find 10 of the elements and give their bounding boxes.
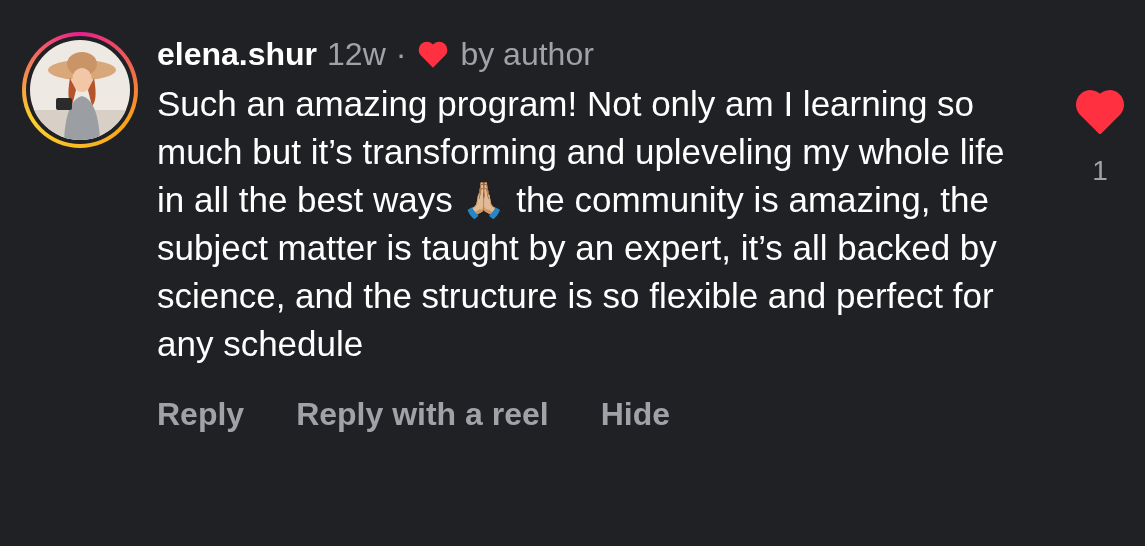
like-count: 1 — [1092, 154, 1108, 188]
comment-age: 12w — [327, 35, 386, 74]
like-button[interactable] — [1075, 88, 1125, 134]
action-link[interactable]: Reply — [157, 390, 245, 438]
action-link[interactable]: Reply with a reel — [296, 390, 549, 438]
author-label: by author — [460, 35, 594, 74]
action-link[interactable]: Hide — [600, 390, 670, 438]
separator: · — [395, 35, 407, 74]
username[interactable]: elena.shur — [157, 32, 318, 76]
comment-text: Such an amazing program! Not only am I learning so much but it’s transforming and upleveling my whole life in all the best ways 🙏🏼 the community is amazing, the subject matter is taught by an expert, it’s all backed by science, and the structure is so flexible and perfect for any schedule — [157, 83, 1006, 365]
